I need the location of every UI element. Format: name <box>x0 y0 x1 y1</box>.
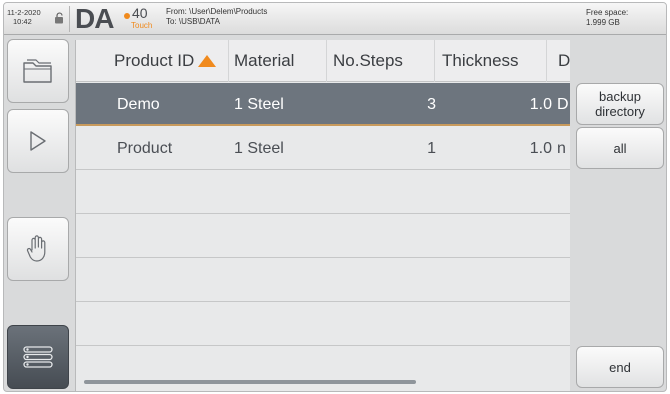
header-separator <box>69 6 70 32</box>
header-bar: 11-2-2020 10:42 DA 40 Touch From: \User\… <box>4 3 666 35</box>
products-button[interactable] <box>7 39 69 103</box>
time-text: 10:42 <box>13 17 32 26</box>
cell-product-id: Demo <box>117 96 160 113</box>
column-header-material[interactable]: Material <box>234 40 294 82</box>
column-divider <box>434 40 435 82</box>
table-row-empty <box>76 215 570 258</box>
to-path: To: \USB\DATA <box>166 17 220 26</box>
manual-mode-button[interactable] <box>7 217 69 281</box>
free-space-label: Free space: <box>586 8 629 17</box>
column-divider <box>326 40 327 82</box>
cell-extra: n <box>557 140 566 157</box>
free-space-value: 1.999 GB <box>586 18 620 27</box>
table-row-empty <box>76 259 570 302</box>
all-button[interactable]: all <box>576 127 664 169</box>
column-header-steps[interactable]: No.Steps <box>333 40 403 82</box>
application-window: 11-2-2020 10:42 DA 40 Touch From: \User\… <box>3 2 667 392</box>
list-icon <box>23 346 53 368</box>
column-divider <box>546 40 547 82</box>
logo-number: 40 <box>132 5 148 21</box>
automatic-mode-button[interactable] <box>7 109 69 173</box>
end-button[interactable]: end <box>576 346 664 388</box>
folder-icon <box>23 59 52 83</box>
cell-material: 1 Steel <box>234 140 284 157</box>
logo-sub: Touch <box>131 21 153 30</box>
selection-accent-line <box>76 124 570 126</box>
date-time: 11-2-2020 10:42 <box>7 8 41 26</box>
horizontal-scrollbar[interactable] <box>84 380 416 384</box>
date-text: 11-2-2020 <box>7 8 41 17</box>
lock-icon[interactable] <box>54 12 64 24</box>
cell-product-id: Product <box>117 140 173 157</box>
column-divider <box>228 40 229 82</box>
cell-thickness: 1.0 <box>529 140 552 157</box>
play-icon <box>30 131 46 151</box>
table-header: Product ID Material No.Steps Thickness D <box>76 40 570 82</box>
cell-steps: 1 <box>427 140 436 157</box>
transfer-paths: From: \User\Delem\Products To: \USB\DATA <box>166 7 267 27</box>
table-row-empty <box>76 171 570 214</box>
table-row-empty <box>76 303 570 346</box>
product-table: Product ID Material No.Steps Thickness D… <box>75 40 570 391</box>
backup-label-line2: directory <box>595 104 645 119</box>
menu-button[interactable] <box>7 325 69 389</box>
column-header-thickness[interactable]: Thickness <box>442 40 519 82</box>
logo-text: DA <box>75 3 114 34</box>
from-path: From: \User\Delem\Products <box>166 7 268 16</box>
table-row-selected[interactable]: Demo 1 Steel 3 1.0 D <box>76 83 570 126</box>
cell-thickness: 1.0 <box>529 96 552 113</box>
backup-directory-button[interactable]: backup directory <box>576 83 664 125</box>
column-header-product-id[interactable]: Product ID <box>114 40 217 82</box>
free-space: Free space: 1.999 GB <box>586 8 628 28</box>
hand-icon <box>26 235 46 262</box>
cell-extra: D <box>557 96 569 113</box>
backup-label-line1: backup <box>599 89 641 104</box>
cell-steps: 3 <box>427 96 436 113</box>
logo-dot <box>124 13 130 19</box>
column-header-d[interactable]: D <box>558 40 570 82</box>
table-row[interactable]: Product 1 Steel 1 1.0 n <box>76 127 570 170</box>
cell-material: 1 Steel <box>234 96 284 113</box>
sort-ascending-icon <box>198 55 217 67</box>
